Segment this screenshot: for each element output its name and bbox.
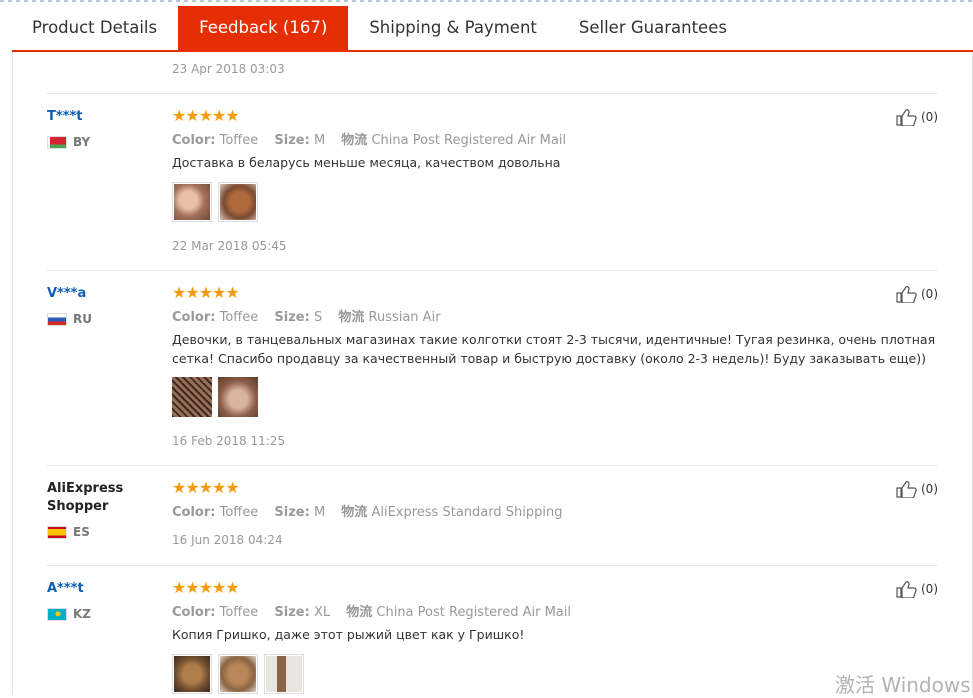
flag-ru-icon: [47, 312, 67, 326]
top-border: [0, 0, 973, 2]
helpful-button[interactable]: (0): [896, 285, 938, 303]
review-photos: [172, 182, 258, 222]
helpful-count: (0): [921, 287, 938, 301]
size-value: M: [313, 133, 326, 148]
flag-es-icon: [47, 525, 67, 539]
helpful-button[interactable]: (0): [896, 480, 938, 498]
color-value: Toffee: [219, 505, 259, 520]
flag-kz-icon: [47, 607, 67, 621]
shipping-value: Russian Air: [368, 310, 441, 325]
color-label: Color:: [172, 605, 216, 620]
star-rating: ★★★★★: [172, 106, 240, 125]
review-photos: [172, 377, 258, 417]
tab-product-details[interactable]: Product Details: [12, 6, 178, 50]
review-photo[interactable]: [218, 182, 258, 222]
size-value: M: [313, 505, 326, 520]
thumbs-up-icon: [896, 109, 917, 126]
review-photo[interactable]: [172, 182, 212, 222]
reviewer-country: RU: [47, 312, 92, 326]
reviewer-country: KZ: [47, 607, 91, 621]
country-code: ES: [73, 525, 90, 539]
shipping-value: China Post Registered Air Mail: [371, 133, 567, 148]
flag-by-icon: [47, 135, 67, 149]
reviewer-name[interactable]: V***a: [47, 285, 86, 303]
color-value: Toffee: [219, 310, 259, 325]
review-text: Копия Гришко, даже этот рыжий цвет как у…: [172, 627, 525, 642]
shipping-value: China Post Registered Air Mail: [376, 605, 571, 620]
size-label: Size:: [274, 605, 310, 620]
order-attributes: Color: Toffee Size: M 物流 AliExpress Stan…: [172, 501, 562, 520]
country-code: RU: [73, 312, 92, 326]
review-photo[interactable]: [218, 654, 258, 694]
review-date: 16 Jun 2018 04:24: [172, 533, 283, 547]
color-value: Toffee: [219, 605, 259, 620]
star-rating: ★★★★★: [172, 578, 240, 597]
thumbs-up-icon: [896, 286, 917, 303]
country-code: BY: [73, 135, 91, 149]
size-value: S: [313, 310, 323, 325]
review-text: Доставка в беларусь меньше месяца, качес…: [172, 155, 561, 170]
size-label: Size:: [274, 505, 310, 520]
star-rating: ★★★★★: [172, 283, 240, 302]
color-label: Color:: [172, 133, 216, 148]
helpful-button[interactable]: (0): [896, 580, 938, 598]
size-value: XL: [313, 605, 331, 620]
review-photo[interactable]: [172, 377, 212, 417]
order-attributes: Color: Toffee Size: S 物流 Russian Air: [172, 306, 441, 325]
helpful-count: (0): [921, 110, 938, 124]
order-attributes: Color: Toffee Size: XL 物流 China Post Reg…: [172, 601, 571, 620]
color-label: Color:: [172, 310, 216, 325]
country-code: KZ: [73, 607, 91, 621]
review-date: 16 Feb 2018 11:25: [172, 434, 286, 448]
shipping-label: 物流: [338, 310, 365, 325]
color-label: Color:: [172, 505, 216, 520]
review-date: 23 Apr 2018 03:03: [172, 62, 285, 76]
size-label: Size:: [274, 310, 310, 325]
shipping-label: 物流: [346, 605, 373, 620]
review-divider: [47, 465, 937, 466]
helpful-count: (0): [921, 582, 938, 596]
review-photo[interactable]: [264, 654, 304, 694]
order-attributes: Color: Toffee Size: M 物流 China Post Regi…: [172, 129, 566, 148]
tab-seller-guarantees[interactable]: Seller Guarantees: [558, 6, 748, 50]
feedback-panel: [12, 52, 973, 695]
tab-shipping-payment[interactable]: Shipping & Payment: [348, 6, 558, 50]
thumbs-up-icon: [896, 581, 917, 598]
windows-activation-watermark: 激活 Windows: [835, 673, 971, 697]
review-divider: [47, 93, 937, 94]
review-photo[interactable]: [172, 654, 212, 694]
shipping-value: AliExpress Standard Shipping: [371, 505, 563, 520]
review-photos: [172, 654, 304, 694]
tab-feedback[interactable]: Feedback (167): [178, 6, 349, 50]
size-label: Size:: [274, 133, 310, 148]
review-date: 22 Mar 2018 05:45: [172, 239, 287, 253]
color-value: Toffee: [219, 133, 259, 148]
thumbs-up-icon: [896, 481, 917, 498]
shipping-label: 物流: [341, 505, 368, 520]
helpful-button[interactable]: (0): [896, 108, 938, 126]
shipping-label: 物流: [341, 133, 368, 148]
reviewer-name[interactable]: AliExpress Shopper: [47, 480, 137, 516]
review-divider: [47, 270, 937, 271]
reviewer-name[interactable]: A***t: [47, 580, 84, 598]
reviewer-name[interactable]: T***t: [47, 108, 82, 126]
tab-bar: Product Details Feedback (167) Shipping …: [12, 6, 973, 52]
review-text: Девочки, в танцевальных магазинах такие …: [172, 332, 936, 366]
reviewer-country: ES: [47, 525, 90, 539]
review-photo[interactable]: [218, 377, 258, 417]
reviewer-country: BY: [47, 135, 90, 149]
review-divider: [47, 565, 937, 566]
star-rating: ★★★★★: [172, 478, 240, 497]
helpful-count: (0): [921, 482, 938, 496]
